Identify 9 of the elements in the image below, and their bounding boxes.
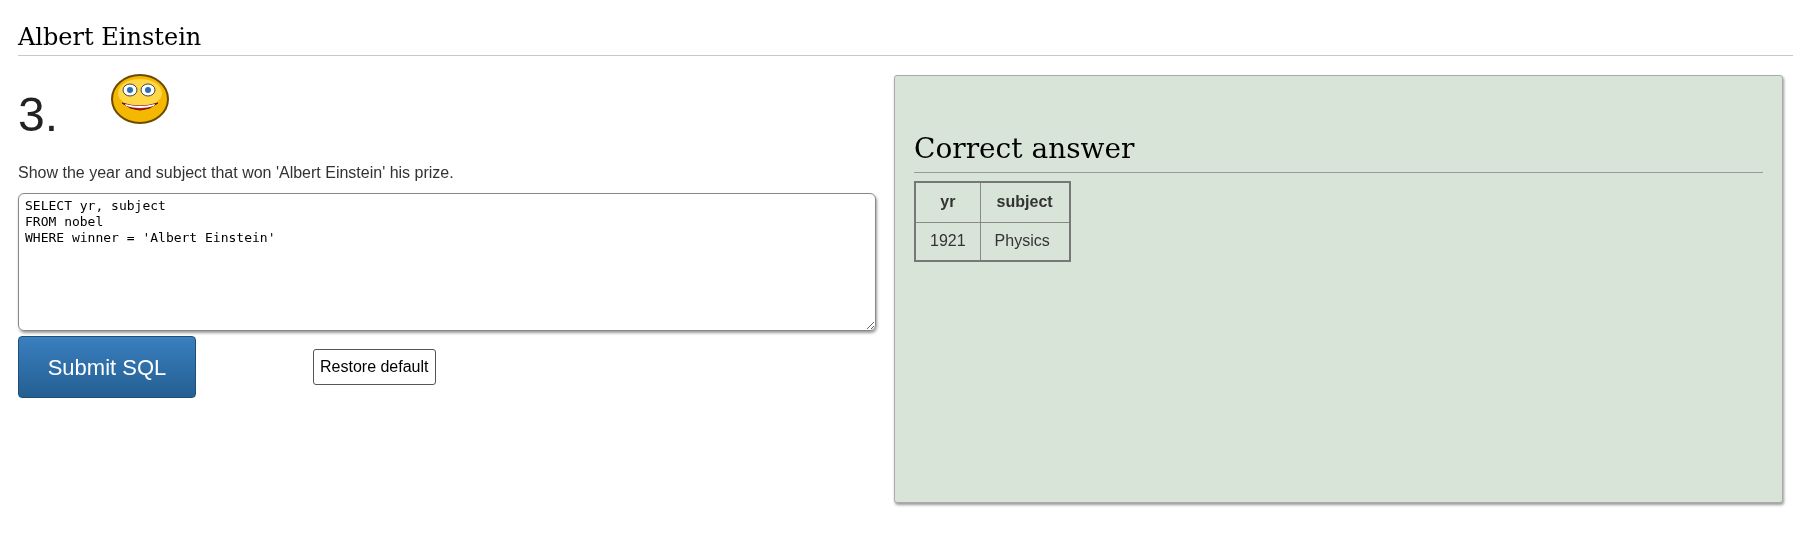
question-text: Show the year and subject that won 'Albert Einstein' his prize. (18, 163, 455, 183)
smiley-face-icon (110, 73, 171, 125)
question-number: 3. (18, 87, 59, 143)
column-header: yr (915, 182, 981, 222)
page-title: Albert Einstein (18, 22, 203, 53)
answer-heading: Correct answer (914, 131, 1136, 167)
submit-sql-button[interactable]: Submit SQL (18, 336, 196, 398)
sql-editor[interactable]: SELECT yr, subject FROM nobel WHERE winner = 'Albert Einstein' (18, 193, 876, 331)
restore-default-button[interactable]: Restore default (313, 349, 436, 385)
